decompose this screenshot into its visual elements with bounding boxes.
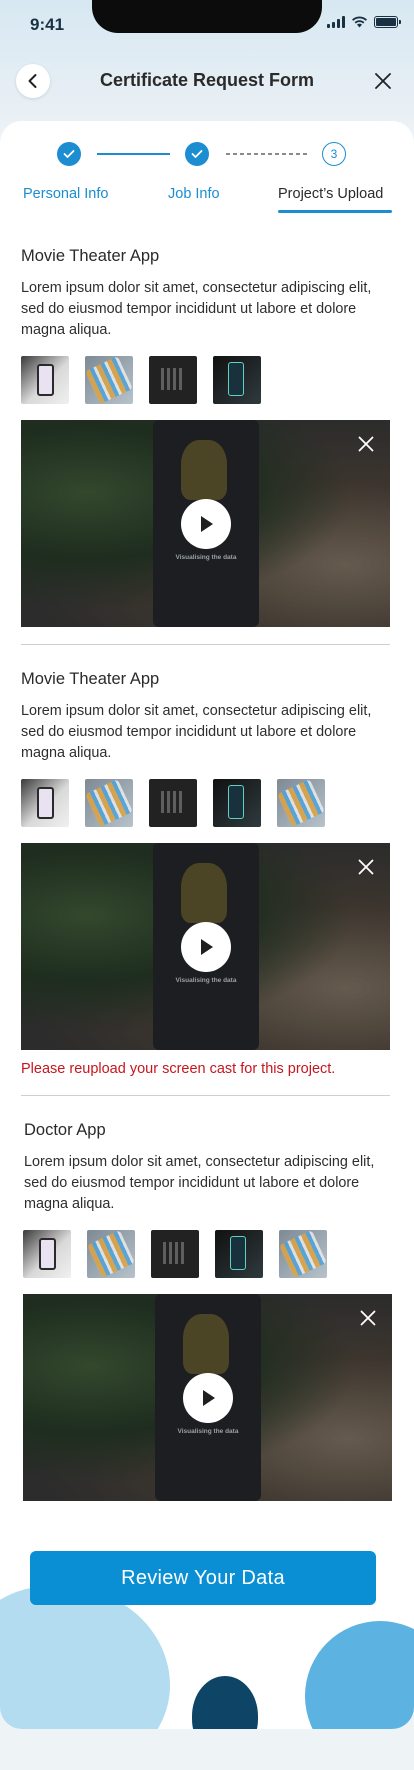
- active-tab-indicator: [278, 210, 392, 213]
- step-tabs: Personal Info Job Info Project’s Upload: [0, 186, 414, 216]
- thumbnail-app-grid[interactable]: [279, 1230, 327, 1278]
- thumbnail-app-grid[interactable]: [87, 1230, 135, 1278]
- video-preview: Visualising the data: [23, 1294, 392, 1501]
- decorative-blob-center: [192, 1676, 258, 1729]
- checkmark-icon: [63, 150, 75, 158]
- tab-job-info[interactable]: Job Info: [168, 186, 220, 202]
- project-title: Doctor App: [24, 1121, 106, 1139]
- decorative-blob-right: [305, 1621, 414, 1729]
- device-notch: [92, 0, 322, 33]
- status-icons: [327, 16, 401, 28]
- remove-video-button[interactable]: [354, 432, 378, 456]
- close-icon: [358, 436, 374, 452]
- play-icon: [200, 515, 213, 532]
- project-title: Movie Theater App: [21, 670, 160, 688]
- play-button[interactable]: [180, 498, 231, 549]
- thumbnail-phone-in-hand[interactable]: [23, 1230, 71, 1278]
- project-description: Lorem ipsum dolor sit amet, consectetur …: [21, 280, 372, 338]
- header: Certificate Request Form: [0, 58, 414, 104]
- wifi-icon: [352, 16, 367, 28]
- close-button[interactable]: [368, 66, 398, 96]
- play-button[interactable]: [182, 1372, 233, 1423]
- thumbnail-phone-dark[interactable]: [213, 779, 261, 827]
- decorative-blob-left: [0, 1586, 170, 1729]
- remove-video-button[interactable]: [356, 1306, 380, 1330]
- play-button[interactable]: [180, 921, 231, 972]
- battery-icon: [374, 16, 401, 28]
- thumbnail-phone-in-hand[interactable]: [21, 356, 69, 404]
- tab-personal-info[interactable]: Personal Info: [23, 186, 108, 202]
- project-thumbnails: [23, 1230, 327, 1278]
- thumbnail-phone-dark[interactable]: [215, 1230, 263, 1278]
- project-description: Lorem ipsum dolor sit amet, consectetur …: [21, 703, 372, 761]
- status-bar: 9:41: [0, 0, 414, 50]
- video-caption: Visualising the data: [175, 977, 237, 984]
- project-thumbnails: [21, 356, 261, 404]
- section-divider: [21, 1095, 390, 1096]
- thumbnail-dark-grid[interactable]: [149, 779, 197, 827]
- video-caption: Visualising the data: [175, 554, 237, 561]
- section-divider: [21, 644, 390, 645]
- play-icon: [200, 938, 213, 955]
- thumbnail-phone-dark[interactable]: [213, 356, 261, 404]
- progress-stepper: 3: [0, 142, 414, 185]
- page-title: Certificate Request Form: [99, 70, 315, 90]
- thumbnail-dark-grid[interactable]: [149, 356, 197, 404]
- tab-projects-upload[interactable]: Project’s Upload: [278, 186, 383, 202]
- thumbnail-dark-grid[interactable]: [151, 1230, 199, 1278]
- thumbnail-app-grid[interactable]: [85, 356, 133, 404]
- video-preview: Visualising the data: [21, 843, 390, 1050]
- thumbnail-app-grid[interactable]: [277, 779, 325, 827]
- remove-video-button[interactable]: [354, 855, 378, 879]
- video-caption: Visualising the data: [177, 1428, 239, 1435]
- step-3-number: 3: [322, 142, 346, 166]
- close-icon: [360, 1310, 376, 1326]
- status-time: 9:41: [30, 15, 65, 34]
- video-preview: Visualising the data: [21, 420, 390, 627]
- checkmark-icon: [191, 150, 203, 158]
- close-icon: [375, 73, 391, 89]
- step-1-check: [57, 142, 81, 166]
- close-icon: [358, 859, 374, 875]
- upload-error-message: Please reupload your screen cast for thi…: [21, 1061, 336, 1077]
- step-connector-2: [226, 153, 308, 155]
- project-thumbnails: [21, 779, 325, 827]
- form-card: 3 Personal Info Job Info Project’s Uploa…: [0, 121, 414, 1729]
- thumbnail-app-grid[interactable]: [85, 779, 133, 827]
- project-description: Lorem ipsum dolor sit amet, consectetur …: [24, 1154, 375, 1212]
- step-connector-1: [97, 153, 170, 155]
- thumbnail-phone-in-hand[interactable]: [21, 779, 69, 827]
- play-icon: [202, 1389, 215, 1406]
- project-title: Movie Theater App: [21, 247, 160, 265]
- review-data-button[interactable]: Review Your Data: [30, 1551, 376, 1605]
- signal-icon: [327, 16, 345, 28]
- screen: 9:41 Certificate Request Form 3 Personal…: [0, 0, 414, 1770]
- step-2-check: [185, 142, 209, 166]
